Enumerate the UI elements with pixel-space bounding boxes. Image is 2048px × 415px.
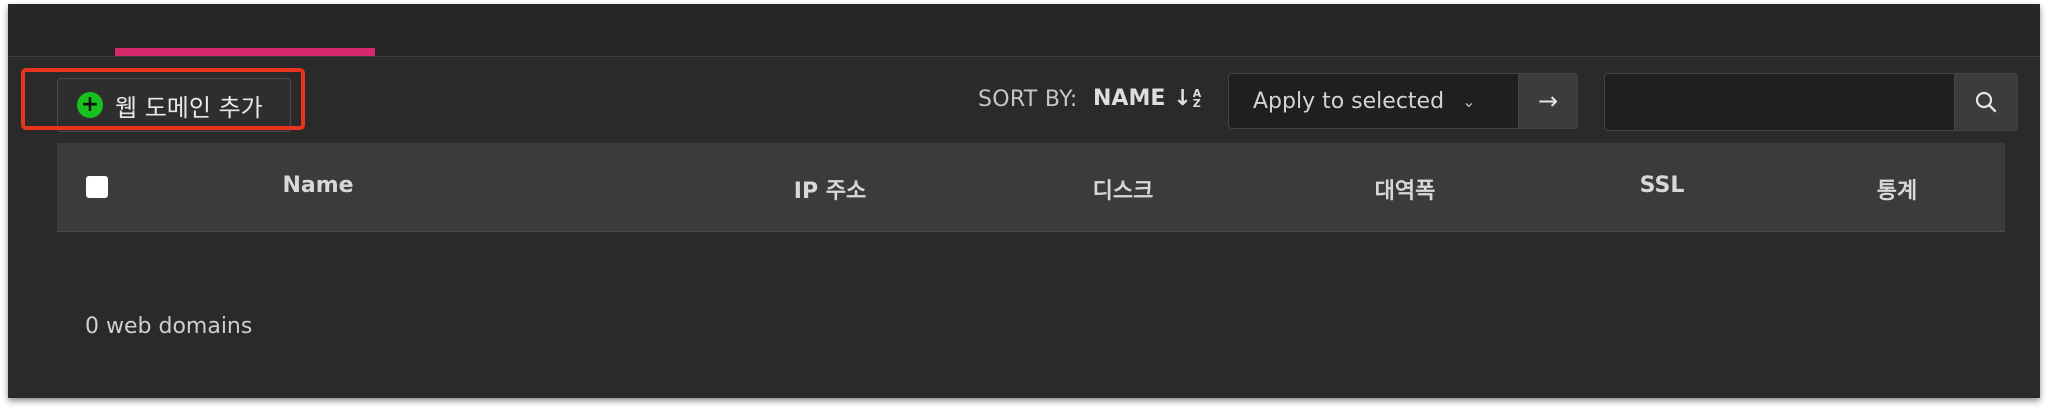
app-window: + 웹 도메인 추가 SORT BY: NAME ↓A Z Apply to se… (8, 4, 2040, 398)
plus-circle-icon: + (77, 92, 103, 118)
column-header-disk[interactable]: 디스크 (1093, 173, 1154, 205)
active-tab-indicator (115, 48, 375, 56)
add-web-domain-label: 웹 도메인 추가 (115, 93, 263, 122)
arrow-right-icon: → (1537, 87, 1559, 115)
search-input[interactable] (1604, 73, 1954, 131)
bulk-action-value: Apply to selected (1253, 88, 1445, 114)
sort-direction-icon: ↓A Z (1173, 86, 1202, 111)
top-navigation (8, 4, 2040, 57)
sort-by-label: SORT BY: (978, 87, 1078, 112)
web-domain-count: 0 web domains (85, 314, 253, 339)
column-header-ssl[interactable]: SSL (1640, 173, 1685, 198)
sort-value: NAME (1093, 86, 1166, 111)
column-header-bandwidth[interactable]: 대역폭 (1375, 173, 1436, 205)
bulk-action-select[interactable]: Apply to selected ⌄ (1228, 73, 1518, 129)
column-header-stats[interactable]: 통계 (1877, 173, 1917, 205)
column-header-ip[interactable]: IP 주소 (794, 173, 866, 205)
search-button[interactable] (1954, 73, 2018, 131)
add-web-domain-button[interactable]: + 웹 도메인 추가 (57, 78, 291, 132)
apply-bulk-action-button[interactable]: → (1518, 73, 1578, 129)
search-icon (1975, 91, 1997, 113)
sort-selector[interactable]: NAME ↓A Z (1093, 86, 1201, 111)
column-header-name[interactable]: Name (282, 173, 353, 198)
toolbar: + 웹 도메인 추가 SORT BY: NAME ↓A Z Apply to se… (8, 57, 2040, 143)
chevron-down-icon: ⌄ (1462, 91, 1476, 111)
table-header: Name IP 주소 디스크 대역폭 SSL 통계 (57, 143, 2005, 232)
select-all-checkbox[interactable] (86, 176, 108, 198)
